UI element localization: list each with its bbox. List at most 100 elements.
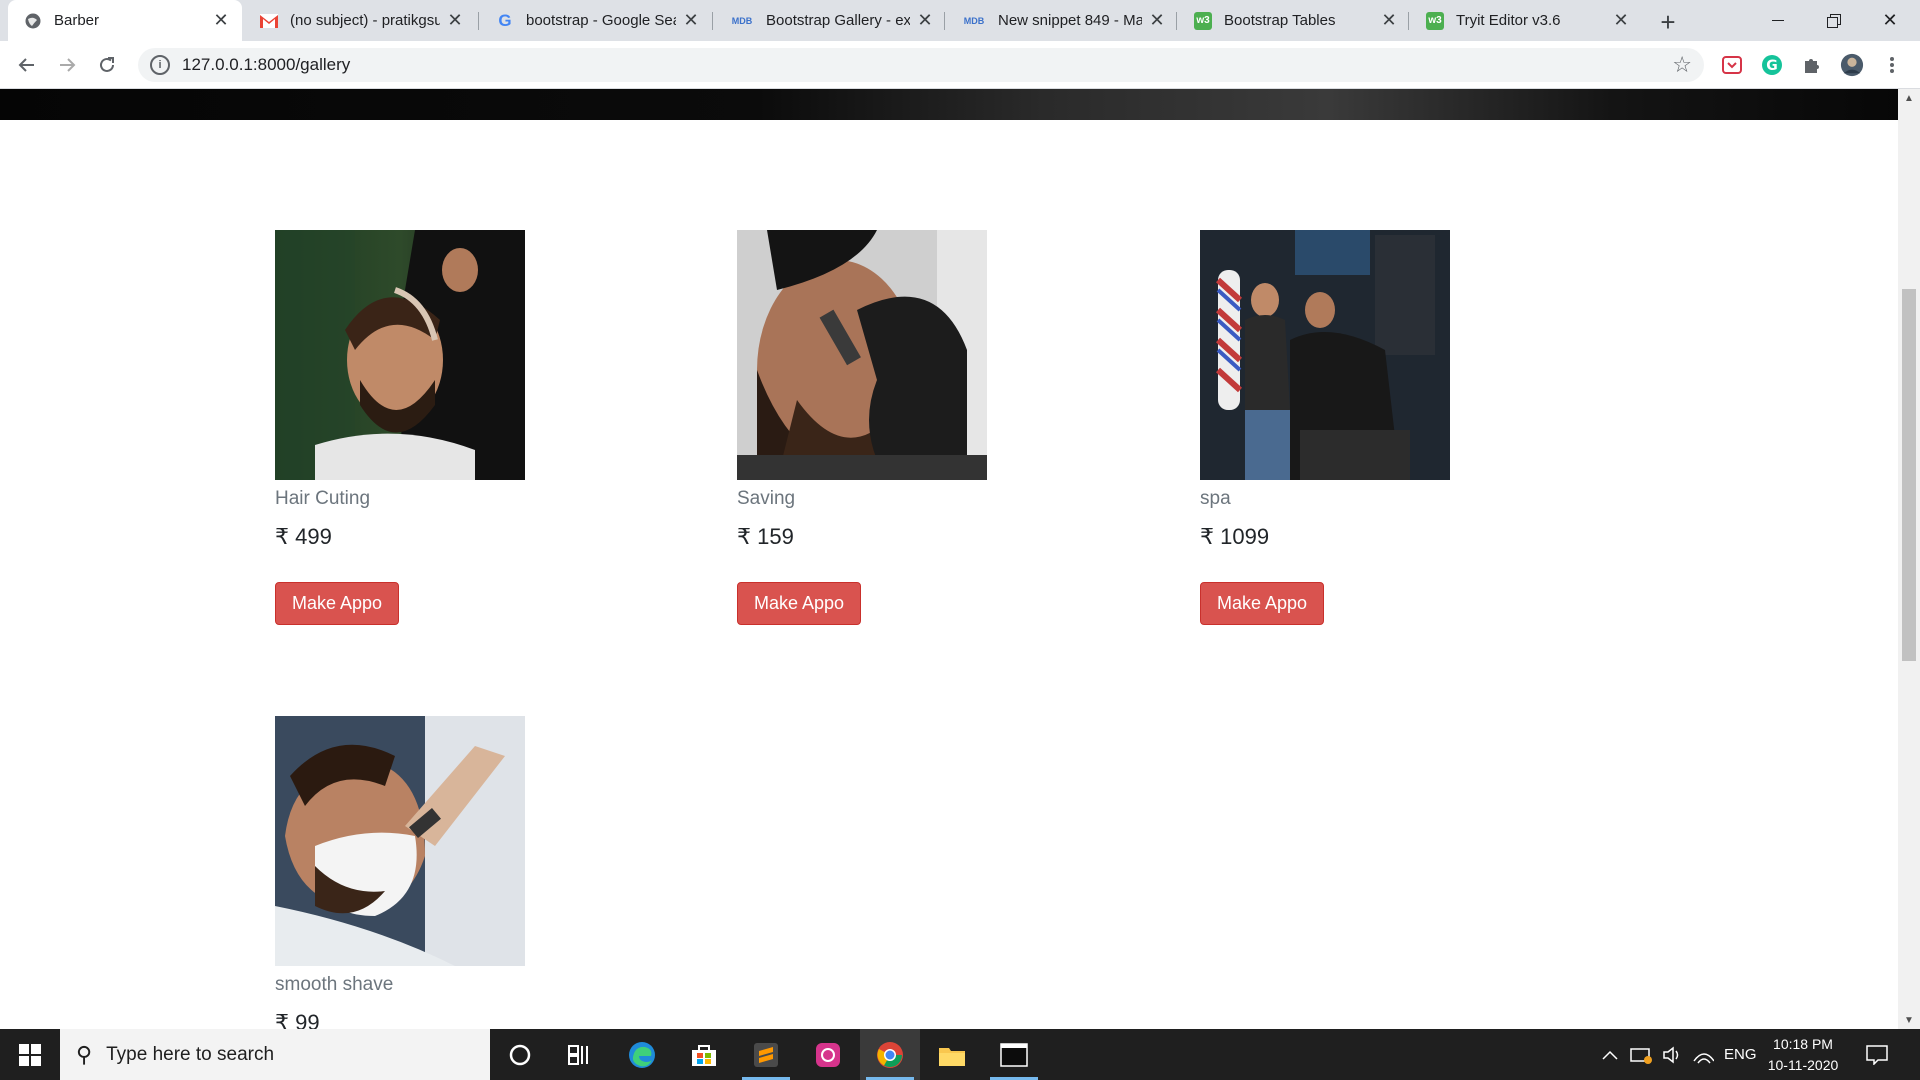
site-info-icon[interactable]: i — [150, 55, 170, 75]
close-tab-icon[interactable]: ✕ — [1612, 10, 1630, 30]
search-icon: ⚲ — [76, 1041, 93, 1067]
input-language[interactable]: ENG — [1724, 1029, 1757, 1080]
close-window-button[interactable]: ✕ — [1862, 0, 1918, 41]
clock-time: 10:18 PM — [1773, 1036, 1833, 1052]
service-price: ₹ 99 — [275, 1010, 525, 1029]
tab-title: Tryit Editor v3.6 — [1456, 12, 1561, 29]
clock-date: 10-11-2020 — [1767, 1057, 1839, 1073]
close-tab-icon[interactable]: ✕ — [682, 10, 700, 30]
cortana-icon[interactable] — [490, 1029, 550, 1080]
tab-barber[interactable]: Barber ✕ — [8, 0, 242, 41]
bookmark-star-icon[interactable]: ☆ — [1672, 52, 1692, 78]
file-explorer-icon[interactable] — [922, 1029, 982, 1080]
tab-separator — [712, 12, 713, 30]
tab-separator — [944, 12, 945, 30]
page-viewport: Hair Cuting ₹ 499 Make Appo Saving ₹ 159… — [0, 89, 1898, 1029]
tab-title: New snippet 849 - Mat — [998, 12, 1142, 29]
profile-avatar[interactable] — [1840, 53, 1864, 77]
tab-title: Barber — [54, 12, 100, 29]
new-tab-button[interactable]: + — [1652, 6, 1684, 38]
page-scrollbar[interactable]: ▲ ▼ — [1898, 89, 1920, 1029]
rupee-symbol: ₹ — [275, 524, 289, 549]
extensions-puzzle-icon[interactable] — [1800, 53, 1824, 77]
show-hidden-icons-chevron-icon[interactable] — [1602, 1029, 1618, 1080]
windows-taskbar: ⚲ Type here to search ENG 10:18 PM 10-11… — [0, 1029, 1920, 1080]
taskbar-search-box[interactable]: ⚲ Type here to search — [60, 1029, 490, 1080]
tab-separator — [478, 12, 479, 30]
edge-icon[interactable] — [612, 1029, 672, 1080]
wifi-icon[interactable] — [1692, 1029, 1714, 1080]
tab-title: Bootstrap Tables — [1224, 12, 1336, 29]
make-appointment-button[interactable]: Make Appo — [737, 582, 862, 625]
close-tab-icon[interactable]: ✕ — [446, 10, 464, 30]
make-appointment-button[interactable]: Make Appo — [275, 582, 400, 625]
minimize-icon — [1772, 19, 1784, 21]
reload-button[interactable] — [91, 49, 123, 81]
windows-logo-icon — [19, 1043, 41, 1066]
back-arrow-icon — [18, 58, 34, 72]
address-bar[interactable]: i 127.0.0.1:8000/gallery ☆ — [138, 48, 1704, 82]
tab-new-snippet[interactable]: MDB New snippet 849 - Mat ✕ — [946, 0, 1178, 41]
tab-google-search[interactable]: G bootstrap - Google Sea ✕ — [480, 0, 712, 41]
gmail-icon — [260, 12, 278, 30]
scroll-up-arrow-icon[interactable]: ▲ — [1898, 89, 1920, 107]
forward-arrow-icon — [60, 58, 76, 72]
chrome-menu-icon[interactable] — [1880, 53, 1904, 77]
tab-gmail[interactable]: (no subject) - pratikgsu ✕ — [244, 0, 476, 41]
close-tab-icon[interactable]: ✕ — [916, 10, 934, 30]
service-price: ₹ 499 — [275, 524, 525, 550]
terminal-icon[interactable] — [984, 1029, 1044, 1080]
system-clock[interactable]: 10:18 PM 10-11-2020 — [1760, 1034, 1846, 1076]
minimize-button[interactable] — [1750, 0, 1806, 41]
store-icon[interactable] — [674, 1029, 734, 1080]
tab-tryit-editor[interactable]: w3 Tryit Editor v3.6 ✕ — [1410, 0, 1642, 41]
rupee-symbol: ₹ — [1200, 524, 1214, 549]
scrollbar-thumb[interactable] — [1902, 289, 1916, 661]
globe-icon — [24, 12, 42, 30]
mdb-icon: MDB — [963, 15, 985, 26]
service-card-hair-cutting: Hair Cuting ₹ 499 Make Appo — [275, 230, 525, 625]
rupee-symbol: ₹ — [275, 1010, 289, 1029]
restore-icon — [1827, 13, 1841, 28]
rupee-symbol: ₹ — [737, 524, 751, 549]
make-appointment-button[interactable]: Make Appo — [1200, 582, 1325, 625]
app-icon[interactable] — [798, 1029, 858, 1080]
scroll-down-arrow-icon[interactable]: ▼ — [1898, 1011, 1920, 1029]
tab-bootstrap-tables[interactable]: w3 Bootstrap Tables ✕ — [1178, 0, 1410, 41]
battery-icon[interactable] — [1630, 1029, 1654, 1080]
chrome-icon[interactable] — [860, 1029, 920, 1080]
service-card-spa: spa ₹ 1099 Make Appo — [1200, 230, 1450, 625]
smooth-shave-photo — [275, 716, 525, 966]
tab-title: Bootstrap Gallery - exa — [766, 12, 910, 29]
tab-bootstrap-gallery[interactable]: MDB Bootstrap Gallery - exa ✕ — [714, 0, 946, 41]
close-icon: ✕ — [1882, 10, 1898, 30]
w3-icon: w3 — [1426, 11, 1444, 30]
service-card-shaving: Saving ₹ 159 Make Appo — [737, 230, 987, 625]
tab-title: (no subject) - pratikgsu — [290, 12, 440, 29]
notifications-icon[interactable] — [1866, 1029, 1888, 1080]
service-card-smooth-shave: smooth shave ₹ 99 — [275, 716, 525, 1029]
close-tab-icon[interactable]: ✕ — [212, 10, 230, 30]
restore-button[interactable] — [1806, 0, 1862, 41]
close-tab-icon[interactable]: ✕ — [1148, 10, 1166, 30]
tab-title: bootstrap - Google Sea — [526, 12, 676, 29]
tab-strip: Barber ✕ (no subject) - pratikgsu ✕ G bo… — [0, 0, 1920, 41]
browser-toolbar: i 127.0.0.1:8000/gallery ☆ G — [0, 41, 1920, 89]
price-value: 99 — [295, 1010, 320, 1029]
back-button[interactable] — [11, 49, 43, 81]
service-name: smooth shave — [275, 974, 394, 995]
forward-button[interactable] — [51, 49, 83, 81]
hair-cutting-photo — [275, 230, 525, 480]
price-value: 1099 — [1220, 524, 1270, 549]
volume-icon[interactable] — [1662, 1029, 1684, 1080]
w3-icon: w3 — [1194, 11, 1212, 30]
shaving-photo — [737, 230, 987, 480]
sublime-text-icon[interactable] — [736, 1029, 796, 1080]
task-view-icon[interactable] — [550, 1029, 610, 1080]
close-tab-icon[interactable]: ✕ — [1380, 10, 1398, 30]
start-button[interactable] — [0, 1029, 60, 1080]
svg-text:G: G — [1766, 58, 1778, 74]
pocket-extension-icon[interactable] — [1720, 53, 1744, 77]
grammarly-extension-icon[interactable]: G — [1760, 53, 1784, 77]
service-name: Hair Cuting — [275, 488, 371, 509]
